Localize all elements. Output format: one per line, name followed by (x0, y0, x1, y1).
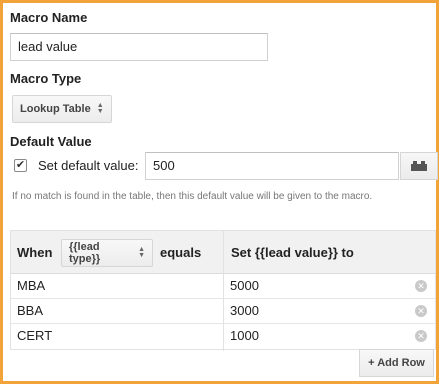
default-value-heading: Default Value (10, 134, 92, 149)
macro-block-icon (411, 161, 427, 171)
macro-name-heading: Macro Name (10, 10, 88, 25)
set-default-label: Set default value: (38, 158, 139, 173)
remove-row-icon[interactable]: ✕ (415, 330, 427, 342)
add-row-button[interactable]: + Add Row (359, 349, 434, 377)
remove-row-icon[interactable]: ✕ (415, 305, 427, 317)
set-cell[interactable]: 5000 (230, 274, 259, 298)
set-cell[interactable]: 1000 (230, 324, 259, 348)
chevron-updown-icon: ▲ ▼ (96, 102, 104, 115)
default-value-input[interactable]: 500 (145, 152, 399, 180)
remove-row-icon[interactable]: ✕ (415, 280, 427, 292)
insert-macro-button[interactable] (400, 152, 438, 180)
equals-label: equals (160, 245, 202, 260)
lookup-table: When {{lead type}} ▲ ▼ equals Set {{lead … (10, 230, 436, 351)
macro-type-select[interactable]: Lookup Table ▲ ▼ (12, 95, 112, 123)
column-divider (223, 231, 224, 351)
when-label: When (17, 245, 53, 260)
macro-name-input[interactable]: lead value (10, 33, 268, 61)
when-cell[interactable]: CERT (17, 324, 52, 348)
macro-type-heading: Macro Type (10, 71, 82, 86)
set-output-label: Set {{lead value}} to (231, 245, 354, 260)
default-value-help-text: If no match is found in the table, then … (12, 191, 373, 202)
macro-editor-panel: Macro Name lead value Macro Type Lookup … (0, 0, 439, 384)
input-macro-selected: {{lead type}} (69, 241, 101, 265)
when-cell[interactable]: MBA (17, 274, 45, 298)
set-cell[interactable]: 3000 (230, 299, 259, 323)
set-default-checkbox[interactable]: ✔ (14, 159, 27, 172)
when-cell[interactable]: BBA (17, 299, 43, 323)
input-macro-select[interactable]: {{lead type}} ▲ ▼ (61, 239, 153, 267)
chevron-updown-icon: ▲ ▼ (138, 246, 145, 259)
check-icon: ✔ (15, 159, 26, 171)
macro-type-selected: Lookup Table (20, 103, 91, 115)
